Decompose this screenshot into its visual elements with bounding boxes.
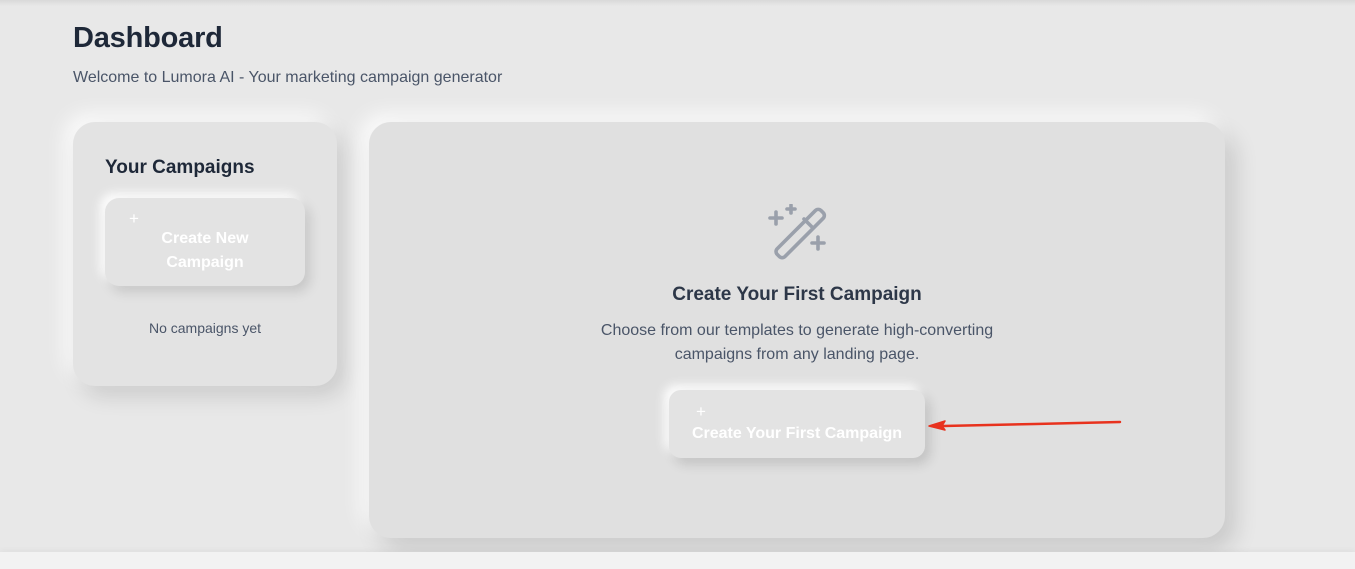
create-first-campaign-button[interactable]: + Create Your First Campaign	[669, 390, 925, 458]
create-new-campaign-label: Create New Campaign	[161, 230, 249, 271]
plus-icon: +	[696, 402, 706, 421]
red-annotation-arrow	[928, 420, 1122, 431]
your-campaigns-card: Your Campaigns + Create New Campaign No …	[73, 122, 337, 386]
campaigns-card-title: Your Campaigns	[105, 157, 255, 178]
bottom-strip	[0, 552, 1355, 569]
page-title: Dashboard	[73, 22, 223, 54]
magic-wand-icon	[768, 204, 827, 260]
top-shadow	[0, 0, 1355, 6]
empty-campaigns-text: No campaigns yet	[148, 320, 262, 336]
page-subtitle: Welcome to Lumora AI - Your marketing ca…	[73, 69, 503, 86]
plus-icon: +	[129, 209, 139, 228]
empty-state-heading: Create Your First Campaign	[672, 284, 922, 305]
empty-state-description: Choose from our templates to generate hi…	[600, 322, 994, 363]
empty-state-card: Create Your First Campaign Choose from o…	[369, 122, 1225, 538]
create-first-campaign-label: Create Your First Campaign	[691, 425, 903, 442]
create-new-campaign-button[interactable]: + Create New Campaign	[105, 198, 305, 286]
